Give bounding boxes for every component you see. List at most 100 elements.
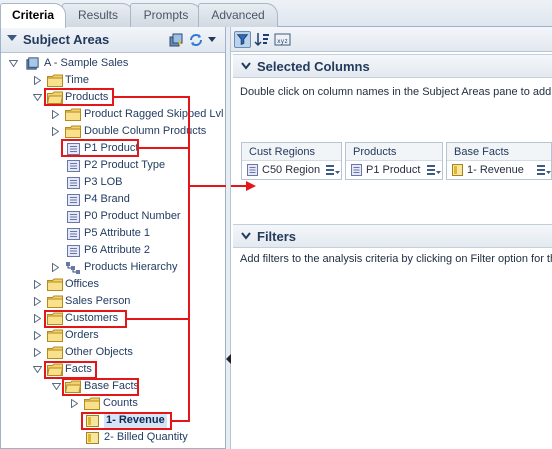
tree-item-product-ragged[interactable]: Product Ragged Skipped Lvl <box>1 106 225 123</box>
criteria-toolbar: xyz <box>231 27 552 52</box>
selected-columns-title: Selected Columns <box>257 59 370 74</box>
column-options-icon[interactable] <box>427 165 441 175</box>
chevron-down-icon[interactable] <box>241 62 251 70</box>
highlight-products <box>44 88 114 106</box>
tab-prompts[interactable]: Prompts <box>130 3 202 27</box>
column-body: P1 Product <box>346 161 442 179</box>
tab-criteria[interactable]: Criteria <box>0 3 66 28</box>
chevron-down-icon[interactable] <box>241 232 251 240</box>
column-label: C50 Region <box>262 164 321 176</box>
attribute-column-icon <box>67 228 80 240</box>
selected-columns-body: Double click on column names in the Subj… <box>233 78 552 226</box>
expanded-triangle-icon[interactable] <box>52 383 61 390</box>
tree-item-sample-sales[interactable]: A - Sample Sales <box>1 55 221 72</box>
tree-label: P6 Attribute 2 <box>84 244 151 256</box>
attribute-column-icon <box>67 177 80 189</box>
tree-label: Time <box>65 74 90 86</box>
tree-item-time[interactable]: Time <box>1 72 221 89</box>
expanded-triangle-icon[interactable] <box>33 94 42 101</box>
connector-line <box>127 318 190 320</box>
measure-column-icon <box>86 432 99 444</box>
collapsed-triangle-icon[interactable] <box>34 331 41 340</box>
tree-label: Offices <box>65 278 100 290</box>
highlight-revenue <box>81 412 172 430</box>
measure-column-icon <box>452 164 463 176</box>
collapsed-triangle-icon[interactable] <box>34 348 41 357</box>
collapse-left-arrow-icon[interactable] <box>226 354 231 364</box>
attribute-column-icon <box>247 164 258 176</box>
folder-icon <box>47 295 63 308</box>
tree-label: Sales Person <box>65 295 131 307</box>
folder-icon <box>65 108 81 121</box>
tree-label: P2 Product Type <box>84 159 166 171</box>
connector-line <box>139 147 190 149</box>
tab-results[interactable]: Results <box>62 3 134 27</box>
pane-splitter[interactable] <box>226 27 231 449</box>
sort-icon[interactable] <box>254 31 271 48</box>
attribute-column-icon <box>67 160 80 172</box>
connector-line <box>114 96 190 98</box>
tree-label: P4 Brand <box>84 193 130 205</box>
menu-dropdown-icon[interactable] <box>207 36 217 44</box>
column-header: Products <box>346 143 442 161</box>
collapsed-triangle-icon[interactable] <box>52 127 59 136</box>
column-options-icon[interactable] <box>326 165 340 175</box>
selected-columns-header[interactable]: Selected Columns <box>233 54 552 78</box>
expanded-triangle-icon[interactable] <box>33 366 42 373</box>
attribute-column-icon <box>351 164 362 176</box>
column-options-icon[interactable] <box>537 165 551 175</box>
column-box-cust-regions[interactable]: Cust Regions C50 Region <box>241 142 342 180</box>
folder-icon <box>47 278 63 291</box>
highlight-p1-product <box>61 139 139 157</box>
folder-icon <box>84 397 100 410</box>
subject-areas-title: Subject Areas <box>23 32 110 47</box>
collapsed-triangle-icon[interactable] <box>52 110 59 119</box>
tree-label: Counts <box>103 397 138 409</box>
tab-bar: Criteria Results Prompts Advanced <box>0 0 552 28</box>
collapsed-triangle-icon[interactable] <box>71 399 78 408</box>
column-box-base-facts[interactable]: Base Facts 1- Revenue <box>446 142 552 180</box>
tab-advanced[interactable]: Advanced <box>198 3 278 27</box>
column-body: 1- Revenue <box>447 161 551 179</box>
tree-label: A - Sample Sales <box>44 57 129 69</box>
tree-label: Product Ragged Skipped Lvl <box>84 108 224 120</box>
filters-title: Filters <box>257 229 297 244</box>
folder-icon <box>47 74 63 87</box>
attribute-column-icon <box>67 245 80 257</box>
attribute-column-icon <box>67 211 80 223</box>
folder-icon <box>65 125 81 138</box>
collapsed-triangle-icon[interactable] <box>52 263 59 272</box>
column-boxes: Cust Regions C50 Region Products P1 Prod… <box>241 142 552 180</box>
collapsed-triangle-icon[interactable] <box>34 76 41 85</box>
collapsed-triangle-icon[interactable] <box>34 314 41 323</box>
collapsed-triangle-icon[interactable] <box>34 280 41 289</box>
hierarchy-icon <box>66 262 80 274</box>
tree-label: P0 Product Number <box>84 210 181 222</box>
filters-header[interactable]: Filters <box>233 224 552 248</box>
folder-icon <box>47 329 63 342</box>
highlight-facts <box>44 361 97 379</box>
column-formula-icon[interactable]: xyz <box>274 31 291 48</box>
filter-icon[interactable] <box>234 31 251 48</box>
refresh-icon[interactable] <box>188 32 204 48</box>
column-header: Base Facts <box>447 143 551 161</box>
filters-description: Add filters to the analysis criteria by … <box>240 253 552 265</box>
collapse-pane-icon[interactable] <box>7 35 17 41</box>
column-label: 1- Revenue <box>467 164 524 176</box>
folder-icon <box>47 346 63 359</box>
tree-label: Other Objects <box>65 346 133 358</box>
tree-label: P3 LOB <box>84 176 123 188</box>
selected-columns-section: Selected Columns Double click on column … <box>233 54 552 226</box>
connector-line <box>188 96 190 422</box>
subject-area-cube-icon <box>26 57 39 70</box>
selected-columns-description: Double click on column names in the Subj… <box>240 86 552 98</box>
column-box-products[interactable]: Products P1 Product <box>345 142 443 180</box>
expanded-triangle-icon[interactable] <box>9 60 18 67</box>
subject-area-icon[interactable] <box>168 32 184 48</box>
tree-label: Products Hierarchy <box>84 261 178 273</box>
svg-text:xyz: xyz <box>277 38 288 45</box>
tree-label: P5 Attribute 1 <box>84 227 151 239</box>
tree-item-billed-quantity[interactable]: 2- Billed Quantity <box>1 429 221 446</box>
highlight-base-facts <box>62 378 139 396</box>
collapsed-triangle-icon[interactable] <box>34 297 41 306</box>
